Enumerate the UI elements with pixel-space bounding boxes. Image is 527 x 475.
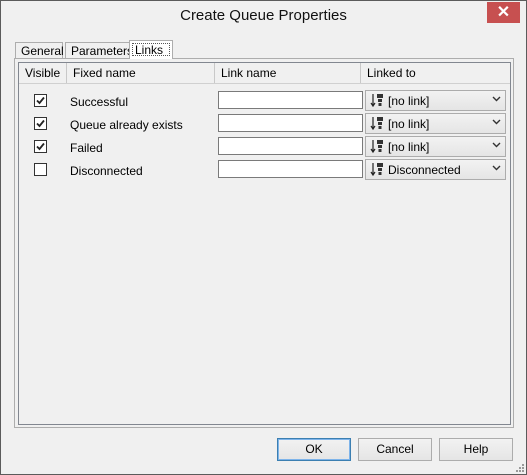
link-target-icon — [370, 163, 383, 177]
title-bar: Create Queue Properties ✕ — [1, 1, 526, 32]
link-name-input[interactable] — [218, 137, 363, 155]
fixed-name: Successful — [70, 95, 129, 109]
linked-to-value: [no link] — [388, 140, 430, 154]
close-icon: ✕ — [496, 4, 511, 21]
links-grid: Visible Fixed name Link name Linked to S… — [18, 62, 511, 425]
ok-button[interactable]: OK — [277, 438, 351, 461]
link-target-icon — [370, 140, 383, 154]
table-row: Failed [no link] — [19, 136, 510, 158]
table-row: Successful [no link] — [19, 90, 510, 112]
column-header-linked-to[interactable]: Linked to — [361, 63, 510, 83]
visible-checkbox[interactable] — [34, 140, 47, 153]
column-header-visible[interactable]: Visible — [19, 63, 67, 83]
linked-to-value: Disconnected — [388, 163, 461, 177]
linked-to-dropdown[interactable]: [no link] — [365, 90, 506, 111]
fixed-name: Failed — [70, 141, 103, 155]
visible-checkbox[interactable] — [34, 117, 47, 130]
checkmark-icon — [36, 142, 45, 151]
window-title: Create Queue Properties — [180, 7, 347, 24]
checkmark-icon — [36, 96, 45, 105]
column-header-link-name[interactable]: Link name — [215, 63, 361, 83]
link-name-input[interactable] — [218, 114, 363, 132]
chevron-down-icon — [492, 165, 501, 171]
fixed-name: Disconnected — [70, 164, 143, 178]
link-name-input[interactable] — [218, 160, 363, 178]
table-row: Disconnected Disconnected — [19, 159, 510, 181]
chevron-down-icon — [492, 142, 501, 148]
chevron-down-icon — [492, 119, 501, 125]
linked-to-value: [no link] — [388, 94, 430, 108]
chevron-down-icon — [492, 96, 501, 102]
linked-to-dropdown[interactable]: [no link] — [365, 136, 506, 157]
column-header-fixed-name[interactable]: Fixed name — [67, 63, 215, 83]
tab-general[interactable]: General — [15, 42, 64, 58]
fixed-name: Queue already exists — [70, 118, 183, 132]
table-row: Queue already exists [no link] — [19, 113, 510, 135]
tab-parameters[interactable]: Parameters — [65, 42, 133, 58]
visible-checkbox[interactable] — [34, 163, 47, 176]
close-button[interactable]: ✕ — [487, 2, 520, 23]
checkmark-icon — [36, 119, 45, 128]
linked-to-dropdown[interactable]: [no link] — [365, 113, 506, 134]
linked-to-dropdown[interactable]: Disconnected — [365, 159, 506, 180]
visible-checkbox[interactable] — [34, 94, 47, 107]
linked-to-value: [no link] — [388, 117, 430, 131]
link-name-input[interactable] — [218, 91, 363, 109]
dialog-window: Create Queue Properties ✕ General Parame… — [0, 0, 527, 475]
grid-header: Visible Fixed name Link name Linked to — [19, 63, 510, 84]
link-target-icon — [370, 117, 383, 131]
help-button[interactable]: Help — [439, 438, 513, 461]
tab-links[interactable]: Links — [129, 40, 173, 59]
resize-grip-icon[interactable] — [514, 462, 524, 472]
cancel-button[interactable]: Cancel — [358, 438, 432, 461]
link-target-icon — [370, 94, 383, 108]
links-panel: Visible Fixed name Link name Linked to S… — [14, 58, 514, 428]
